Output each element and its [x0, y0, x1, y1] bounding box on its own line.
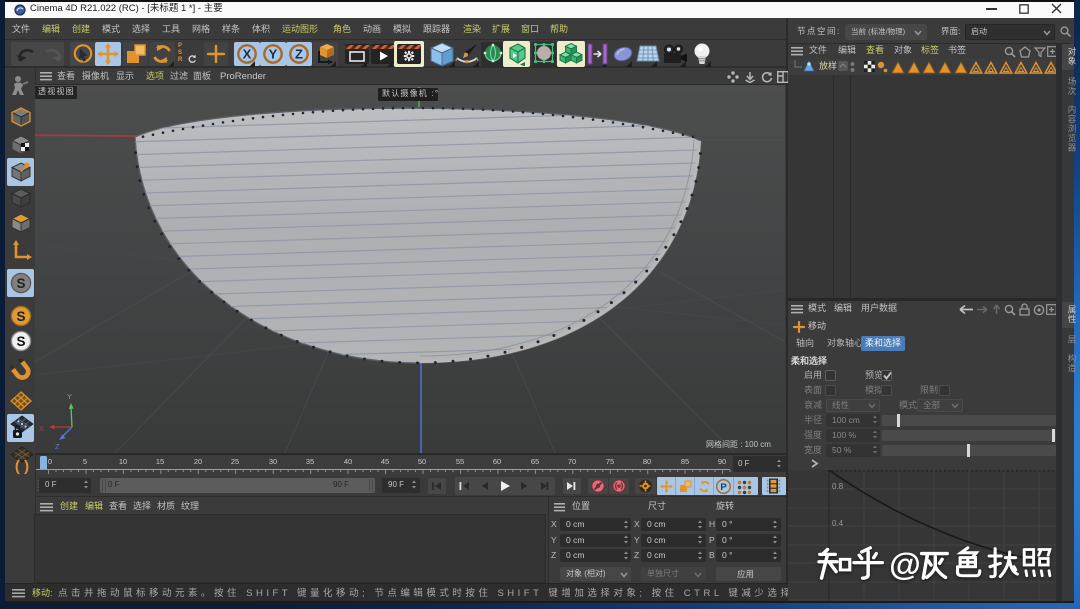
- svg-text:P: P: [720, 482, 727, 493]
- svg-text:X: X: [39, 424, 44, 433]
- svg-text:S: S: [16, 309, 25, 324]
- svg-text:@: @: [889, 546, 921, 581]
- svg-text:Y: Y: [269, 47, 278, 62]
- svg-text:X: X: [243, 47, 252, 62]
- svg-text:S: S: [16, 276, 25, 291]
- svg-text:Z: Z: [55, 442, 60, 451]
- svg-text:S: S: [16, 334, 25, 349]
- svg-text:Y: Y: [67, 392, 72, 401]
- svg-text:Z: Z: [295, 47, 303, 62]
